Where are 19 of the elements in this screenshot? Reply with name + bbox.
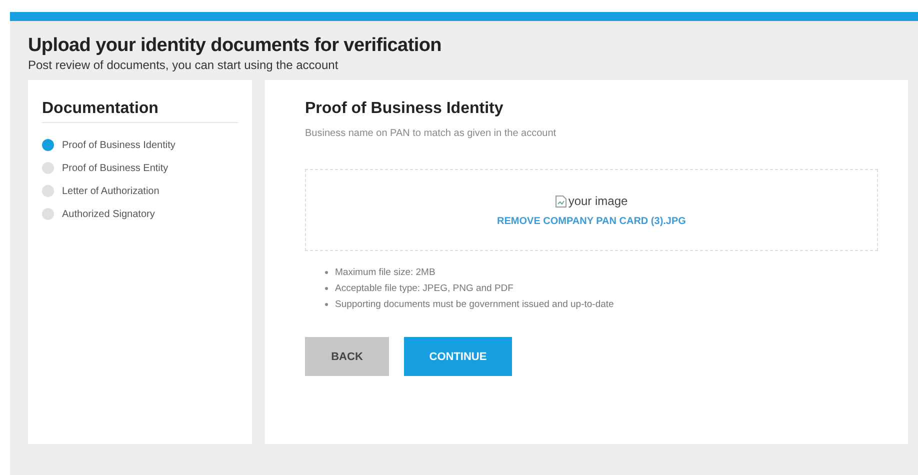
page-title: Upload your identity documents for verification xyxy=(28,35,442,57)
image-alt-text: your image xyxy=(568,194,628,208)
requirement-text: Acceptable file type: JPEG, PNG and PDF xyxy=(335,283,514,294)
upload-area[interactable]: your image REMOVE COMPANY PAN CARD (3).JPG xyxy=(305,169,878,251)
step-item[interactable]: Proof of Business Entity xyxy=(62,162,168,174)
section-description: Business name on PAN to match as given in the account xyxy=(305,128,558,139)
page-subtitle: Post review of documents, you can start using the account xyxy=(28,58,340,72)
sidebar-title: Documentation xyxy=(42,100,238,123)
broken-image-icon xyxy=(555,194,568,208)
bullet-icon xyxy=(325,287,328,290)
section-title: Proof of Business Identity xyxy=(305,100,504,118)
bullet-icon xyxy=(325,303,328,306)
bullet-icon xyxy=(325,271,328,274)
requirement-text: Supporting documents must be government issued and up-to-date xyxy=(335,299,614,310)
back-button[interactable]: BACK xyxy=(305,337,389,376)
step-item[interactable]: Authorized Signatory xyxy=(62,208,155,220)
step-item[interactable]: Proof of Business Identity xyxy=(62,140,176,150)
requirement-text: Maximum file size: 2MB xyxy=(335,267,436,278)
step-item[interactable]: Letter of Authorization xyxy=(62,186,160,196)
